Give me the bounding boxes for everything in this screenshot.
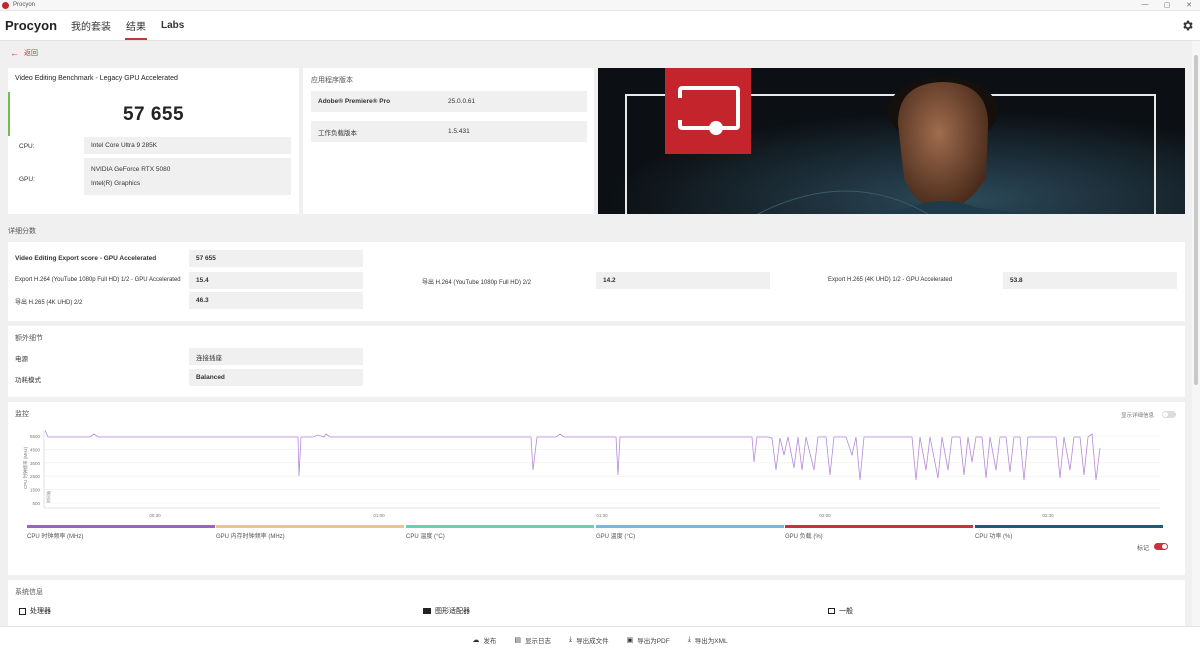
- download-icon: ⤓: [687, 636, 691, 643]
- publish-label: 发布: [483, 638, 497, 645]
- legend-label: CPU 温度 (°C): [406, 534, 445, 540]
- markers-toggle[interactable]: [1154, 543, 1168, 550]
- graphics-section[interactable]: 图形适配器: [423, 606, 470, 616]
- legend-swatch: [596, 525, 784, 528]
- markers-label: 标记: [1137, 546, 1150, 552]
- y-tick-label: 2500: [30, 474, 41, 479]
- y-tick-label: 3500: [30, 461, 41, 466]
- general-section[interactable]: 一般: [828, 606, 853, 616]
- x-axis-note: 时间轴: [45, 491, 51, 503]
- bottom-action-bar: ☁ 发布 ▤ 显示日志 ⤓ 导出成文件 ▣ 导出为PDF ⤓ 导出为XML: [0, 626, 1200, 653]
- general-label: 一般: [839, 608, 853, 615]
- legend-label: GPU 温度 (°C): [596, 534, 636, 540]
- export-xml-label: 导出为XML: [694, 638, 728, 645]
- x-tick-label: 01:00: [373, 513, 385, 518]
- pdf-icon: ▣: [626, 637, 634, 644]
- publish-icon: ☁: [472, 637, 480, 644]
- legend-label: GPU 负载 (%): [785, 534, 823, 540]
- scrollbar-thumb[interactable]: [1194, 55, 1198, 385]
- show-log-button[interactable]: ▤ 显示日志: [514, 635, 551, 645]
- export-pdf-label: 导出为PDF: [637, 638, 670, 645]
- cpu-clock-series: [44, 429, 1101, 481]
- legend-swatch: [785, 525, 973, 528]
- general-icon: [828, 608, 835, 614]
- legend-swatch: [406, 525, 594, 528]
- export-pdf-button[interactable]: ▣ 导出为PDF: [627, 635, 670, 645]
- x-tick-label: 02:30: [1042, 513, 1054, 518]
- x-tick-label: 00:30: [149, 513, 161, 518]
- legend-swatch: [27, 525, 215, 528]
- legend-label: CPU 时钟频率 (MHz): [27, 534, 84, 540]
- legend-label: GPU 内存时钟频率 (MHz): [216, 534, 285, 540]
- y-axis-label: CPU 时钟频率 (MHz): [22, 446, 29, 489]
- y-tick-label: 1500: [30, 488, 41, 493]
- y-tick-label: 4500: [30, 447, 41, 452]
- log-icon: ▤: [514, 637, 521, 644]
- system-info-heading: 系统信息: [15, 589, 43, 596]
- legend-label: CPU 功率 (%): [975, 534, 1013, 540]
- publish-button[interactable]: ☁ 发布: [472, 635, 496, 645]
- legend-swatch: [975, 525, 1163, 528]
- show-log-label: 显示日志: [524, 638, 551, 645]
- export-file-label: 导出成文件: [576, 638, 609, 645]
- x-tick-label: 01:30: [596, 513, 608, 518]
- export-file-button[interactable]: ⤓ 导出成文件: [569, 635, 609, 645]
- export-xml-button[interactable]: ⤓ 导出为XML: [688, 635, 728, 645]
- processor-section[interactable]: 处理器: [19, 606, 51, 616]
- processor-icon: [19, 607, 26, 615]
- x-tick-label: 02:00: [819, 513, 831, 518]
- graphics-label: 图形适配器: [435, 608, 470, 615]
- y-tick-label: 5500: [30, 434, 41, 439]
- processor-label: 处理器: [30, 608, 51, 615]
- cpu-clock-chart: 5500 4500 3500 2500 1500 500 00:30 01:00 01:30 02…: [22, 429, 1160, 518]
- system-info-card: 系统信息 处理器 图形适配器 一般: [8, 580, 1185, 626]
- graphics-card-icon: [423, 608, 431, 614]
- download-icon: ⤓: [568, 636, 573, 643]
- legend-swatch: [216, 525, 404, 528]
- y-tick-label: 500: [32, 501, 40, 506]
